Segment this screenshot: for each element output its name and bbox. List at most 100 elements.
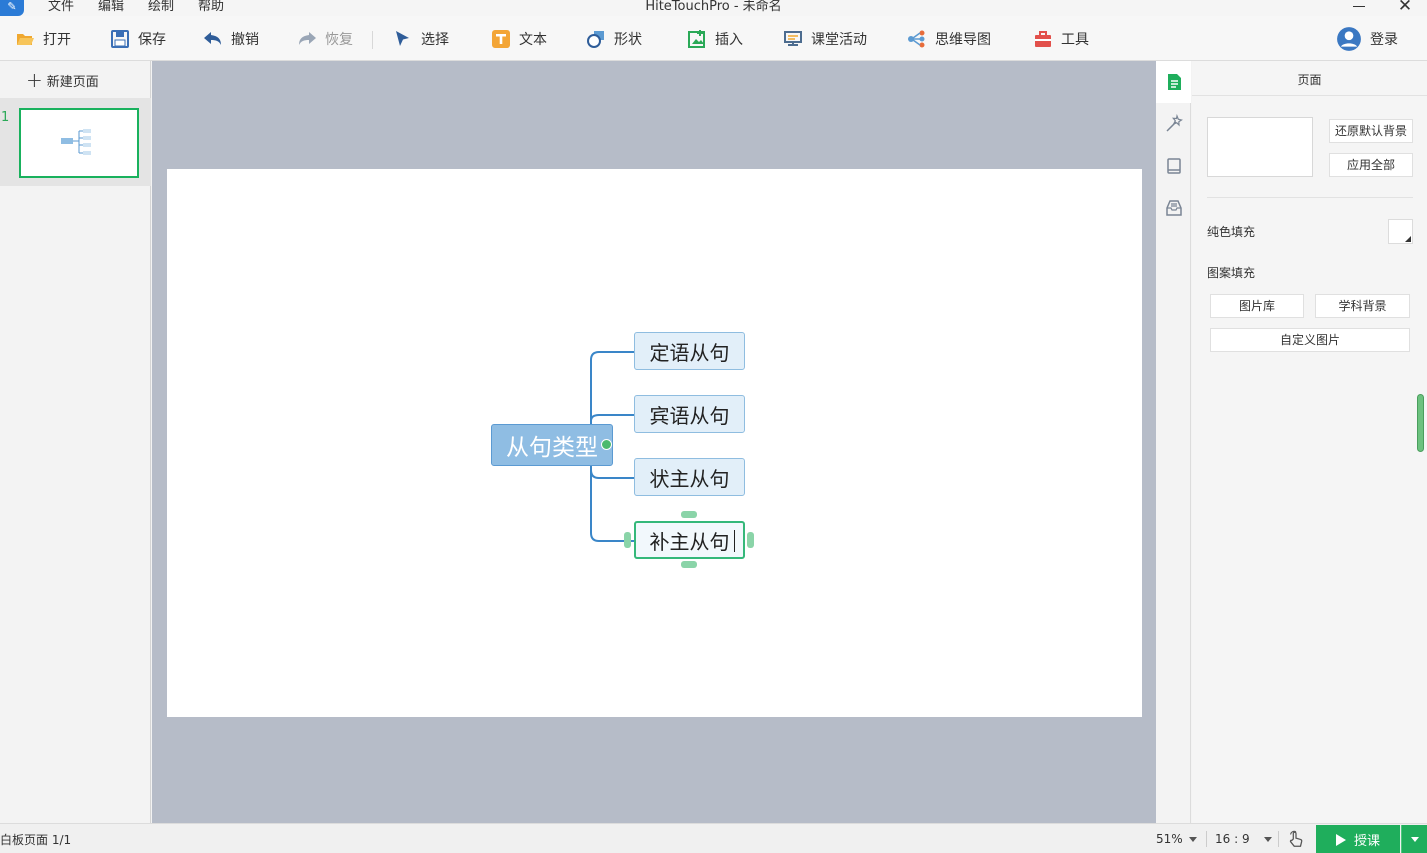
shape-icon [587, 30, 604, 48]
chevron-down-icon [1263, 836, 1272, 842]
status-bar: 白板页面 1/1 51% 16 : 9 授课 [0, 823, 1427, 853]
redo-button[interactable]: 恢复 [297, 16, 353, 61]
whiteboard-page[interactable]: 从句类型 定语从句 宾语从句 状主从句 补主从句 [167, 169, 1142, 717]
minimize-button[interactable] [1350, 0, 1368, 14]
mindmap-node-text[interactable]: 补主从句 [650, 526, 730, 555]
insert-button[interactable]: 插入 [687, 16, 743, 61]
panel-title: 页面 [1297, 73, 1322, 87]
select-button[interactable]: 选择 [393, 16, 449, 61]
chevron-down-icon [1188, 836, 1197, 842]
title-bar: ✎ 文件 编辑 绘制 帮助 HiteTouchPro - 未命名 ✕ [0, 0, 1427, 16]
page-thumbnail[interactable] [19, 108, 139, 178]
cursor-arrow-icon [396, 30, 409, 46]
new-page-button[interactable]: + 新建页面 [26, 69, 99, 91]
undo-label: 撤销 [231, 31, 259, 48]
aspect-ratio-dropdown[interactable]: 16 : 9 [1215, 824, 1272, 853]
undo-arrow-icon [204, 31, 221, 45]
book-icon [1166, 158, 1181, 174]
tab-resources[interactable] [1156, 145, 1191, 187]
menu-file[interactable]: 文件 [48, 0, 74, 16]
mindmap-node-subject[interactable]: 状主从句 [634, 458, 745, 496]
classroom-activity-icon [784, 30, 802, 46]
mindmap-node-object[interactable]: 宾语从句 [634, 395, 745, 433]
thumbnail-mindmap-preview [61, 129, 91, 155]
save-label: 保存 [138, 31, 166, 48]
tools-button[interactable]: 工具 [1033, 16, 1089, 61]
page-count-status: 白板页面 1/1 [0, 833, 72, 847]
menu-help[interactable]: 帮助 [198, 0, 224, 16]
mindmap-label: 思维导图 [935, 31, 991, 48]
text-caret [734, 530, 735, 552]
menu-draw[interactable]: 绘制 [148, 0, 174, 16]
folder-open-icon [17, 33, 34, 45]
tab-storage[interactable] [1156, 187, 1191, 229]
image-library-button[interactable]: 图片库 [1210, 294, 1304, 318]
divider [1206, 831, 1207, 847]
main-toolbar: 打开 保存 撤销 恢复 选择 文本 形状 插入 课堂活动 思维导图 工具 登录 [0, 16, 1427, 61]
open-button[interactable]: 打开 [15, 16, 71, 61]
menu-edit[interactable]: 编辑 [98, 0, 124, 16]
background-preview [1207, 117, 1313, 177]
close-button[interactable]: ✕ [1396, 0, 1414, 15]
subject-background-button[interactable]: 学科背景 [1315, 294, 1410, 318]
page-doc-icon [1167, 74, 1181, 90]
redo-label: 恢复 [325, 31, 353, 48]
add-sibling-below-handle[interactable] [681, 561, 697, 568]
add-sibling-above-handle[interactable] [681, 511, 697, 518]
undo-button[interactable]: 撤销 [203, 16, 259, 61]
teaching-options-dropdown[interactable] [1401, 825, 1427, 853]
mindmap-button[interactable]: 思维导图 [907, 16, 991, 61]
tab-animation[interactable] [1156, 103, 1191, 145]
page-thumbnail-row[interactable]: 1 [0, 98, 151, 186]
divider [1278, 831, 1279, 847]
aspect-ratio-value: 16 : 9 [1215, 832, 1250, 846]
insert-label: 插入 [715, 31, 743, 48]
zoom-value: 51% [1156, 832, 1183, 846]
touch-mode-button[interactable] [1287, 824, 1305, 853]
hand-pointer-icon [1289, 830, 1303, 847]
apply-all-button[interactable]: 应用全部 [1329, 153, 1413, 177]
select-label: 选择 [421, 31, 449, 48]
tools-label: 工具 [1061, 31, 1089, 48]
login-button[interactable]: 登录 [1336, 16, 1398, 61]
page-list-panel: + 新建页面 1 [0, 61, 151, 823]
inbox-icon [1165, 200, 1182, 216]
classroom-activity-label: 课堂活动 [811, 31, 867, 48]
start-teaching-button[interactable]: 授课 [1316, 825, 1400, 853]
mindmap-node-complement-selected[interactable]: 补主从句 [634, 521, 745, 559]
app-logo-icon[interactable]: ✎ [0, 0, 24, 16]
collapse-toggle-icon[interactable] [601, 439, 612, 450]
classroom-activity-button[interactable]: 课堂活动 [783, 16, 867, 61]
divider [1207, 197, 1413, 198]
property-tabs [1156, 61, 1191, 823]
page-number: 1 [1, 110, 10, 125]
custom-image-button[interactable]: 自定义图片 [1210, 328, 1410, 352]
divider [1192, 95, 1427, 96]
open-label: 打开 [43, 31, 71, 48]
save-disk-icon [111, 29, 129, 48]
zoom-dropdown[interactable]: 51% [1156, 824, 1197, 853]
new-page-label: 新建页面 [46, 74, 99, 90]
add-left-handle[interactable] [624, 532, 631, 548]
panel-scrollbar[interactable] [1417, 394, 1424, 452]
tab-page[interactable] [1156, 61, 1191, 103]
text-button[interactable]: 文本 [491, 16, 547, 61]
fill-color-picker[interactable] [1388, 219, 1413, 244]
save-button[interactable]: 保存 [110, 16, 166, 61]
toolbar-separator [372, 31, 373, 49]
canvas-area: 从句类型 定语从句 宾语从句 状主从句 补主从句 [152, 61, 1156, 823]
chevron-down-icon [1410, 837, 1419, 842]
user-avatar-icon [1337, 26, 1361, 51]
redo-arrow-icon [299, 31, 316, 45]
mindmap-icon [908, 30, 925, 47]
mindmap-node-attributive[interactable]: 定语从句 [634, 332, 745, 370]
properties-panel: 页面 还原默认背景 应用全部 纯色填充 图案填充 图片库 学科背景 自定义图片 [1192, 61, 1427, 823]
restore-default-bg-button[interactable]: 还原默认背景 [1329, 119, 1413, 143]
magic-wand-icon [1165, 114, 1183, 132]
mindmap-root-node[interactable]: 从句类型 [491, 424, 613, 466]
shape-button[interactable]: 形状 [586, 16, 642, 61]
add-child-handle[interactable] [747, 532, 754, 548]
insert-image-icon [688, 29, 705, 48]
mindmap-connectors [579, 351, 634, 542]
pattern-fill-label: 图案填充 [1207, 266, 1256, 280]
